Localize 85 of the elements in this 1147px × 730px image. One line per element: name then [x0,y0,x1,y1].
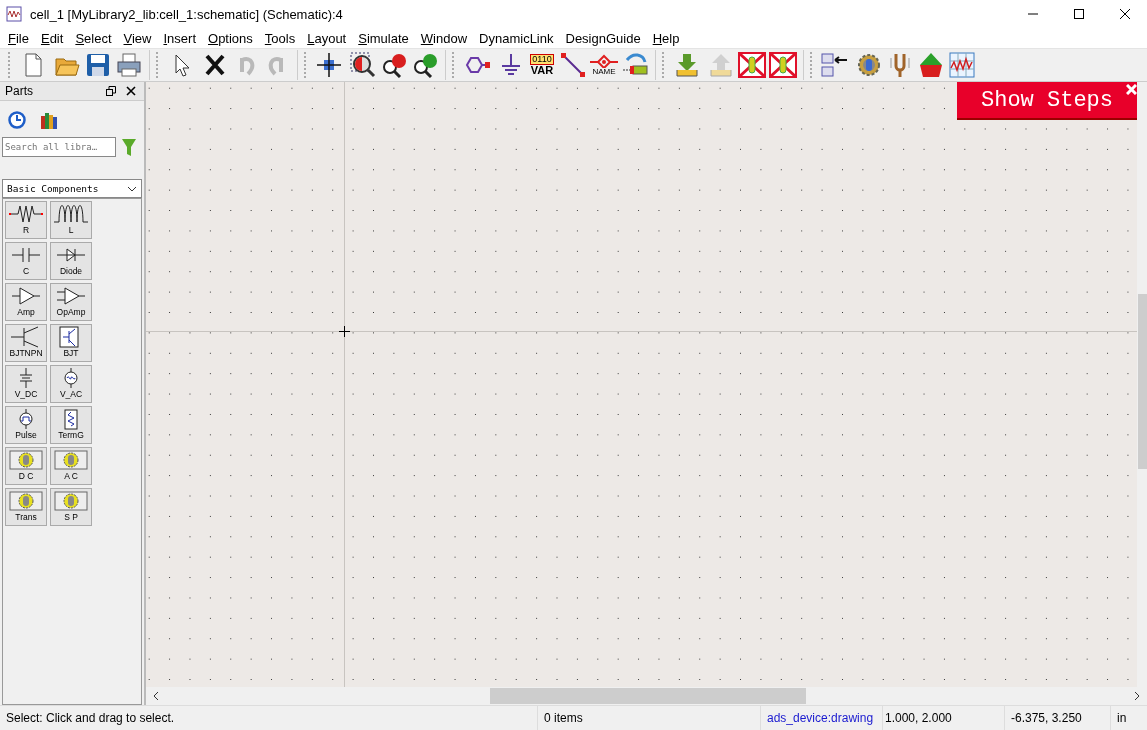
part-button[interactable]: BJT [50,324,92,362]
part-button[interactable]: BJTNPN [5,324,47,362]
tool-zoom-area-button[interactable] [349,50,377,80]
resistor-symbol-icon [8,203,44,225]
layer-name: ads_device:drawing [761,706,883,730]
tool-deactivate-button[interactable] [738,50,766,80]
tool-var-button[interactable]: 0110 VAR [528,50,556,80]
menu-item[interactable]: Help [646,28,686,48]
graph-icon [949,52,975,78]
sim-symbol-icon [53,449,89,471]
netlist-arrow-icon [821,52,849,78]
tool-print-button[interactable] [115,50,143,80]
part-button[interactable]: S P [50,488,92,526]
tool-graph-button[interactable] [948,50,976,80]
zoom-out-icon [412,52,438,78]
gear-icon [856,52,882,78]
menu-item[interactable]: Edit [34,28,70,48]
down-arrow-icon [674,52,700,78]
part-button[interactable]: D C [5,447,47,485]
chevron-down-icon [127,185,137,192]
push-into-icon [621,52,649,78]
diamond-node-icon [590,54,618,68]
menu-item[interactable]: Layout [301,28,353,48]
part-button[interactable]: V_DC [5,365,47,403]
zoom-area-icon [350,52,376,78]
schematic-canvas[interactable]: Show Steps [146,82,1137,687]
part-button[interactable]: V_AC [50,365,92,403]
tool-deactivate-button[interactable] [769,50,797,80]
part-button[interactable]: R [5,201,47,239]
part-button[interactable]: Diode [50,242,92,280]
inductor-symbol-icon [53,203,89,225]
part-button[interactable]: C [5,242,47,280]
position-reading: 1.000, 2.000 [883,706,1005,730]
part-button[interactable]: L [50,201,92,239]
show-steps-banner[interactable]: Show Steps [957,82,1137,120]
close-icon[interactable] [1119,8,1131,20]
sim-symbol-icon [53,490,89,512]
vertical-scrollbar[interactable] [1137,82,1147,687]
item-count: 0 items [538,706,761,730]
cursor-reading: -6.375, 3.250 [1005,706,1111,730]
crosshair-cursor-icon [339,326,350,337]
horizontal-scrollbar[interactable] [146,687,1147,705]
tuning-fork-icon [888,52,912,78]
clock-icon[interactable] [8,111,26,129]
tool-wire-button[interactable] [559,50,587,80]
tool-name-button[interactable]: NAME [590,50,618,80]
crossed-component-icon [738,52,766,78]
books-icon[interactable] [40,111,58,129]
library-dropdown[interactable]: Basic Components [2,179,142,198]
search-field[interactable]: Search all libra… [2,137,116,157]
maximize-icon[interactable] [1073,8,1085,20]
part-button[interactable]: Amp [5,283,47,321]
panel-title: Parts [5,84,34,98]
menu-item[interactable]: Select [69,28,118,48]
crossed-component-icon [769,52,797,78]
part-button[interactable]: OpAmp [50,283,92,321]
menu-item[interactable]: Options [202,28,259,48]
sim-symbol-icon [8,490,44,512]
restore-icon[interactable] [106,86,116,96]
menu-item[interactable]: View [117,28,158,48]
part-button[interactable]: TermG [50,406,92,444]
part-button[interactable]: Pulse [5,406,47,444]
menu-item[interactable]: Insert [157,28,202,48]
app-logo-icon [6,6,22,22]
menu-item[interactable]: Simulate [352,28,415,48]
printer-icon [116,52,142,78]
close-icon[interactable] [126,86,136,96]
sim-symbol-icon [8,449,44,471]
menu-item[interactable]: File [2,28,35,48]
units-label: in [1116,710,1128,727]
banner-label: Show Steps [981,87,1113,113]
menu-item[interactable]: Window [414,28,474,48]
part-button[interactable]: A C [50,447,92,485]
menu-item[interactable]: DynamicLink [473,28,560,48]
part-button[interactable]: Trans [5,488,47,526]
menu-item[interactable]: DesignGuide [559,28,647,48]
menu-item[interactable]: Tools [258,28,302,48]
window-title: cell_1 [MyLibrary2_lib:cell_1:schematic] (Schematic):4 [30,6,344,22]
zoom-in-icon [381,52,407,78]
status-message: Select: Click and drag to select. [0,706,538,730]
wire-icon [560,52,586,78]
move-arrows-icon [316,52,342,78]
delete-icon [203,52,227,78]
filter-icon[interactable] [122,138,136,156]
ground-symbol-icon [499,52,523,78]
